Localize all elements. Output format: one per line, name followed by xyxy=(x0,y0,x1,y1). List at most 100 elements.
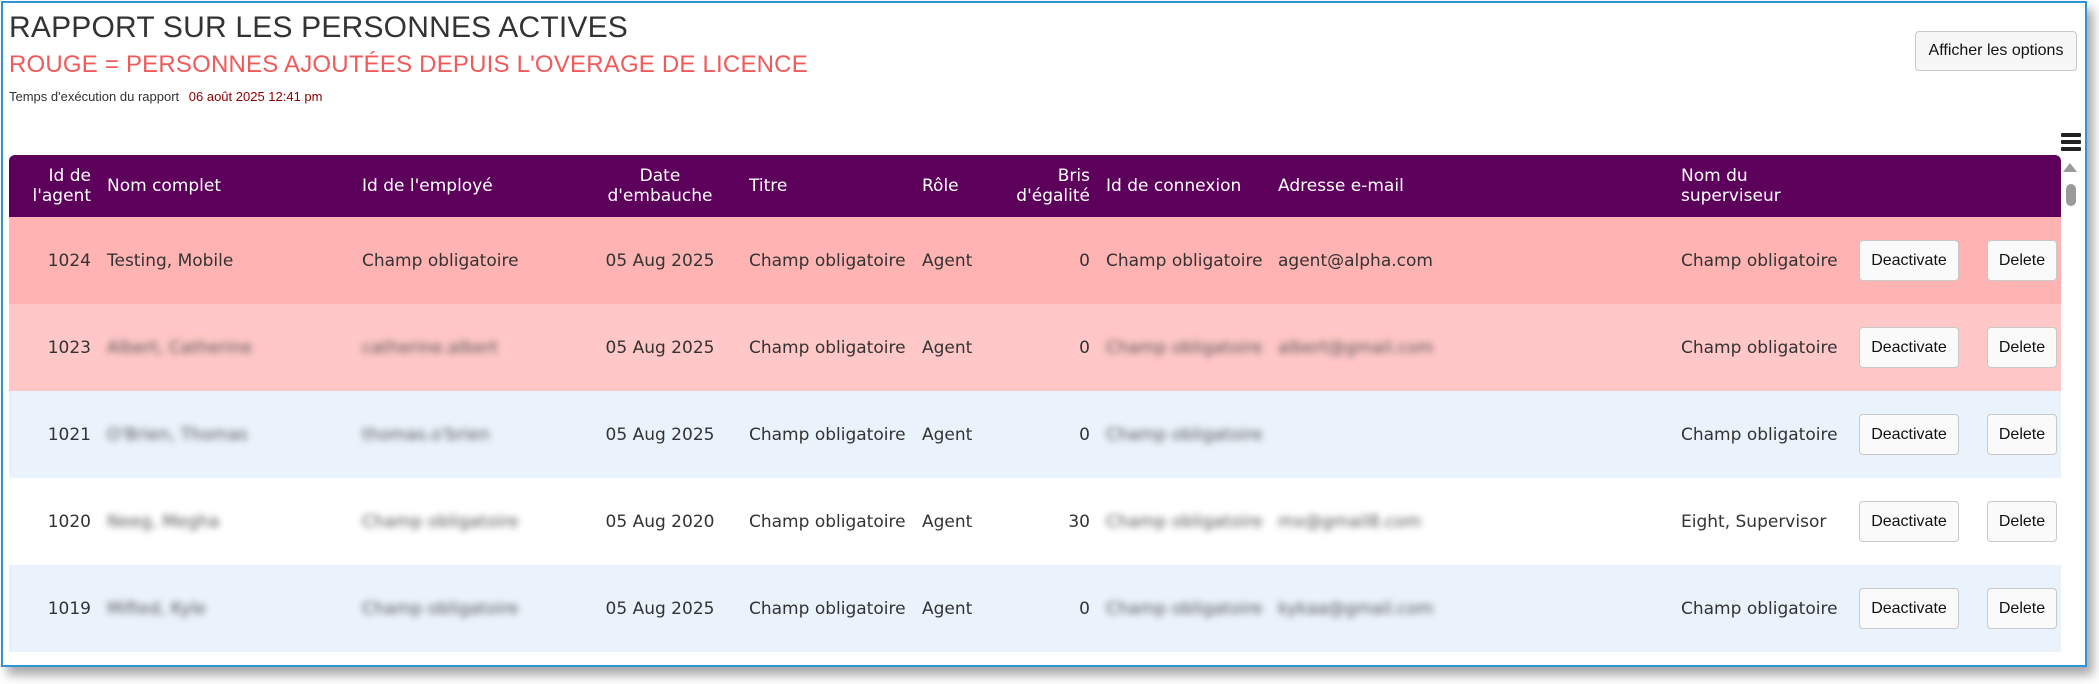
cell-supervisor: Champ obligatoire xyxy=(1681,337,1838,358)
col-header-actions-deactivate xyxy=(1851,155,1979,217)
delete-button[interactable]: Delete xyxy=(1987,327,2057,368)
cell-tiebreak: 0 xyxy=(1079,250,1090,271)
cell-full-name: Mifted, Kyle xyxy=(107,598,206,619)
col-header-employee-id[interactable]: Id de l'employé xyxy=(354,155,579,217)
cell-tiebreak: 0 xyxy=(1079,424,1090,445)
cell-delete: Delete xyxy=(1979,391,2061,478)
cell-hire-date: 05 Aug 2025 xyxy=(605,250,715,271)
cell-hire-date: 05 Aug 2025 xyxy=(605,424,715,445)
deactivate-button[interactable]: Deactivate xyxy=(1859,327,1959,368)
cell-role: Agent xyxy=(922,250,973,271)
cell-role: Agent xyxy=(922,424,973,445)
cell-tiebreak: 0 xyxy=(1079,598,1090,619)
runtime-value: 06 août 2025 12:41 pm xyxy=(188,89,323,104)
cell-agent-id: 1020 xyxy=(47,511,91,532)
cell-role: Agent xyxy=(922,511,973,532)
cell-supervisor: Champ obligatoire xyxy=(1681,424,1838,445)
table-row: 1024 Testing, Mobile Champ obligatoire 0… xyxy=(9,217,2061,304)
cell-login-id: Champ obligatoire xyxy=(1106,511,1263,532)
deactivate-button[interactable]: Deactivate xyxy=(1859,588,1959,629)
cell-agent-id: 1024 xyxy=(47,250,91,271)
col-header-title[interactable]: Titre xyxy=(741,155,914,217)
col-header-email[interactable]: Adresse e-mail xyxy=(1270,155,1673,217)
agents-table: Id de l'agent Nom complet Id de l'employ… xyxy=(9,155,2061,652)
cell-agent-id: 1021 xyxy=(47,424,91,445)
cell-employee-id: Champ obligatoire xyxy=(362,250,519,271)
report-window: RAPPORT SUR LES PERSONNES ACTIVES ROUGE … xyxy=(1,1,2087,667)
table-row: 1023 Albert, Catherine catherine.albert … xyxy=(9,304,2061,391)
col-header-role[interactable]: Rôle xyxy=(914,155,982,217)
cell-delete: Delete xyxy=(1979,565,2061,652)
cell-delete: Delete xyxy=(1979,478,2061,565)
cell-full-name: O'Brien, Thomas xyxy=(107,424,248,445)
cell-employee-id: thomas.o'brien xyxy=(362,424,490,445)
cell-tiebreak: 0 xyxy=(1079,337,1090,358)
deactivate-button[interactable]: Deactivate xyxy=(1859,501,1959,542)
cell-employee-id: Champ obligatoire xyxy=(362,511,519,532)
cell-title: Champ obligatoire xyxy=(749,250,906,271)
cell-employee-id: catherine.albert xyxy=(362,337,499,358)
cell-deactivate: Deactivate xyxy=(1851,304,1979,391)
runtime-label: Temps d'exécution du rapport xyxy=(9,89,180,104)
cell-supervisor: Eight, Supervisor xyxy=(1681,511,1827,532)
col-header-login-id[interactable]: Id de connexion xyxy=(1098,155,1270,217)
show-options-button[interactable]: Afficher les options xyxy=(1915,31,2077,71)
cell-deactivate: Deactivate xyxy=(1851,217,1979,304)
table-row: 1021 O'Brien, Thomas thomas.o'brien 05 A… xyxy=(9,391,2061,478)
cell-email: agent@alpha.com xyxy=(1278,250,1433,271)
cell-agent-id: 1019 xyxy=(47,598,91,619)
cell-deactivate: Deactivate xyxy=(1851,565,1979,652)
table-row: 1020 Neeg, Megha Champ obligatoire 05 Au… xyxy=(9,478,2061,565)
deactivate-button[interactable]: Deactivate xyxy=(1859,240,1959,281)
page-title: RAPPORT SUR LES PERSONNES ACTIVES xyxy=(9,11,629,44)
delete-button[interactable]: Delete xyxy=(1987,501,2057,542)
cell-email: albert@gmail.com xyxy=(1278,337,1434,358)
cell-full-name: Testing, Mobile xyxy=(107,250,234,271)
col-header-agent-id[interactable]: Id de l'agent xyxy=(9,155,99,217)
cell-title: Champ obligatoire xyxy=(749,511,906,532)
cell-title: Champ obligatoire xyxy=(749,598,906,619)
cell-role: Agent xyxy=(922,598,973,619)
cell-login-id: Champ obligatoire xyxy=(1106,424,1263,445)
cell-title: Champ obligatoire xyxy=(749,424,906,445)
cell-full-name: Albert, Catherine xyxy=(107,337,253,358)
cell-hire-date: 05 Aug 2025 xyxy=(605,598,715,619)
cell-hire-date: 05 Aug 2025 xyxy=(605,337,715,358)
delete-button[interactable]: Delete xyxy=(1987,588,2057,629)
cell-login-id: Champ obligatoire xyxy=(1106,598,1263,619)
cell-deactivate: Deactivate xyxy=(1851,478,1979,565)
cell-email xyxy=(1270,391,1673,478)
cell-delete: Delete xyxy=(1979,217,2061,304)
cell-supervisor: Champ obligatoire xyxy=(1681,250,1838,271)
delete-button[interactable]: Delete xyxy=(1987,414,2057,455)
scrollbar-thumb[interactable] xyxy=(2066,184,2076,206)
col-header-actions-delete xyxy=(1979,155,2061,217)
hamburger-menu-icon[interactable] xyxy=(2061,133,2081,153)
table-row: 1019 Mifted, Kyle Champ obligatoire 05 A… xyxy=(9,565,2061,652)
table-header-row: Id de l'agent Nom complet Id de l'employ… xyxy=(9,155,2061,217)
cell-email: kykaa@gmail.com xyxy=(1278,598,1434,619)
cell-full-name: Neeg, Megha xyxy=(107,511,220,532)
report-runtime: Temps d'exécution du rapport 06 août 202… xyxy=(9,89,323,104)
col-header-tiebreak[interactable]: Bris d'égalité xyxy=(982,155,1098,217)
cell-employee-id: Champ obligatoire xyxy=(362,598,519,619)
cell-role: Agent xyxy=(922,337,973,358)
legend-subtitle: ROUGE = PERSONNES AJOUTÉES DEPUIS L'OVER… xyxy=(9,51,808,78)
cell-agent-id: 1023 xyxy=(47,337,91,358)
cell-email: mx@gmail8.com xyxy=(1278,511,1422,532)
scroll-up-arrow-icon[interactable] xyxy=(2063,163,2077,172)
cell-deactivate: Deactivate xyxy=(1851,391,1979,478)
cell-hire-date: 05 Aug 2020 xyxy=(605,511,715,532)
cell-login-id: Champ obligatoire xyxy=(1106,337,1263,358)
deactivate-button[interactable]: Deactivate xyxy=(1859,414,1959,455)
col-header-supervisor[interactable]: Nom du superviseur xyxy=(1673,155,1851,217)
col-header-hire-date[interactable]: Date d'embauche xyxy=(579,155,741,217)
cell-tiebreak: 30 xyxy=(1068,511,1090,532)
cell-delete: Delete xyxy=(1979,304,2061,391)
agents-table-container: Id de l'agent Nom complet Id de l'employ… xyxy=(9,155,2061,652)
delete-button[interactable]: Delete xyxy=(1987,240,2057,281)
cell-supervisor: Champ obligatoire xyxy=(1681,598,1838,619)
col-header-full-name[interactable]: Nom complet xyxy=(99,155,354,217)
cell-title: Champ obligatoire xyxy=(749,337,906,358)
cell-login-id: Champ obligatoire xyxy=(1106,250,1263,271)
